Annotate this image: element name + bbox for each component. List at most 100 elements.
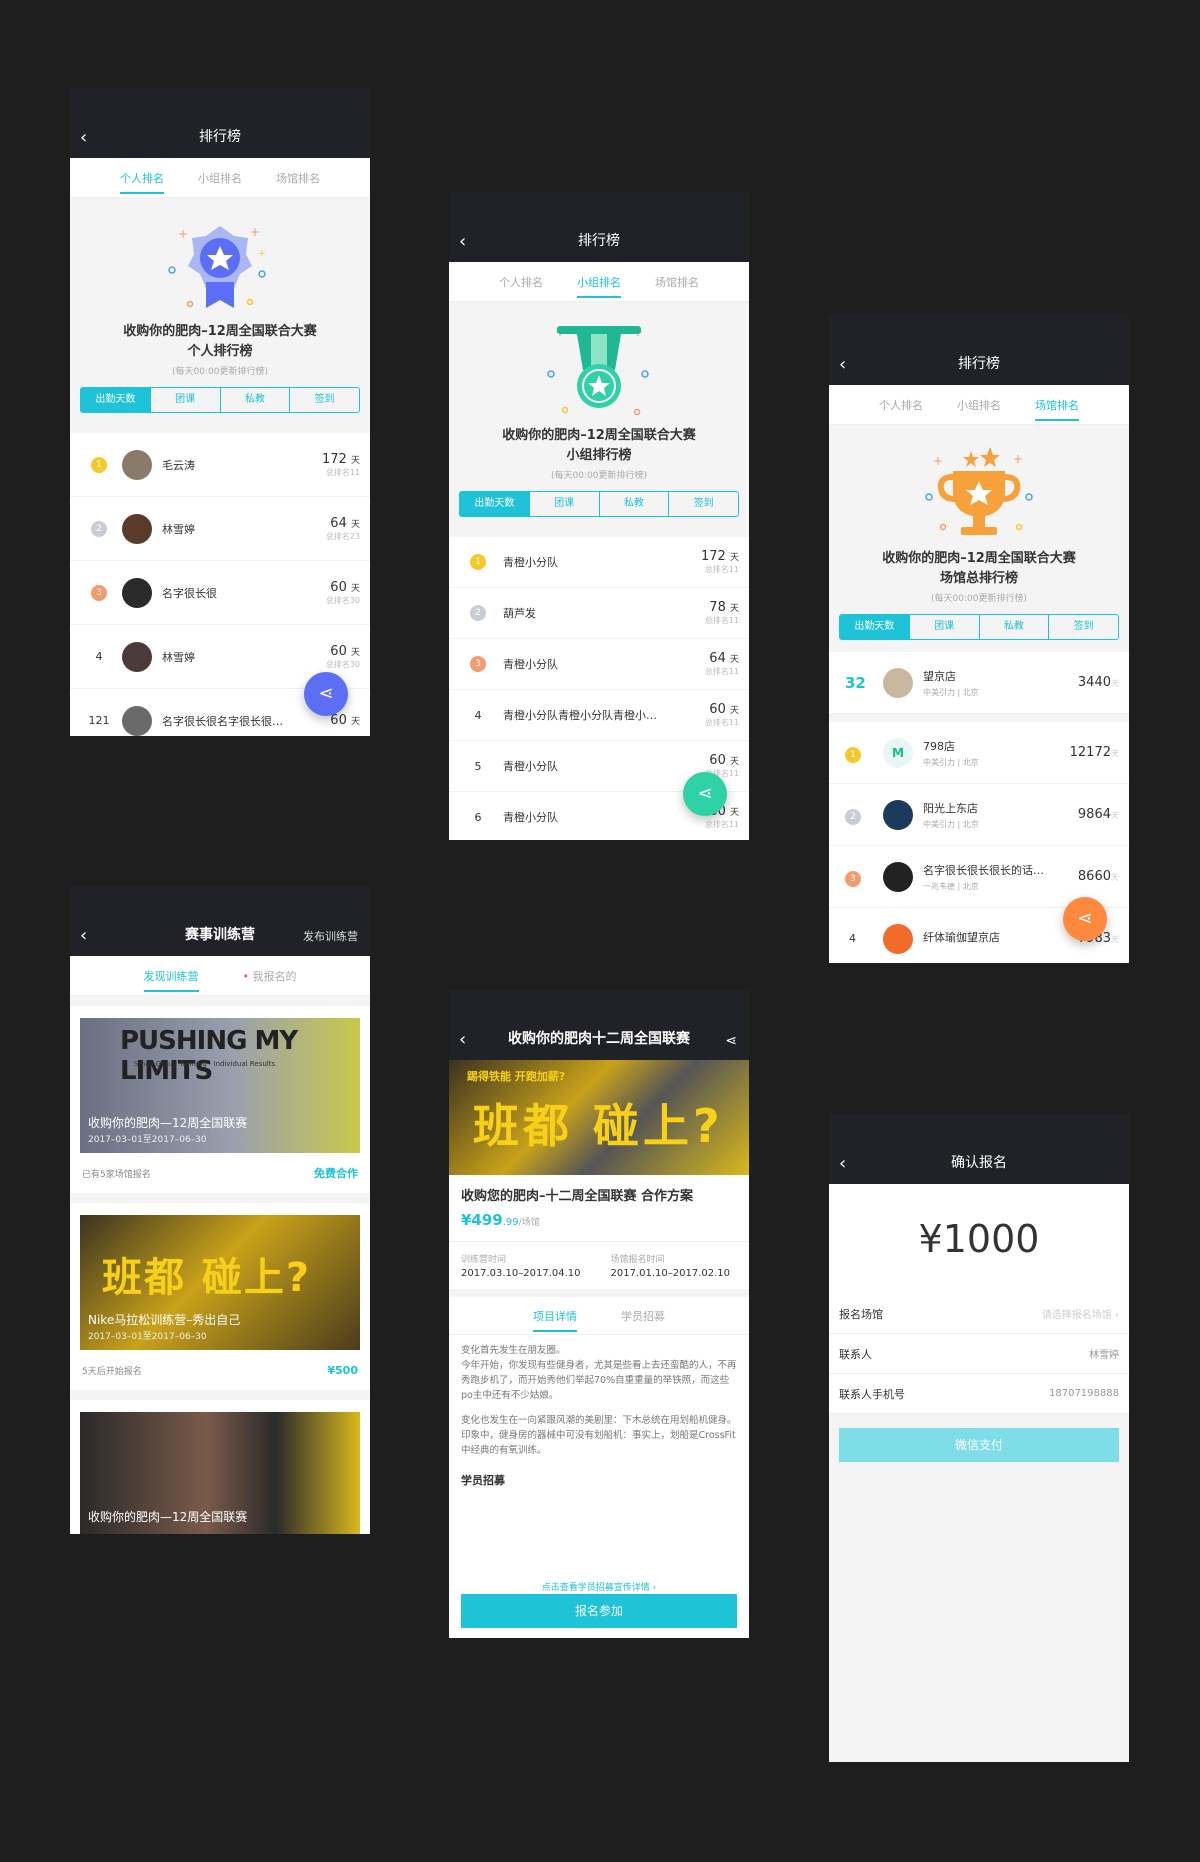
share-button[interactable]: ⋖ xyxy=(1063,897,1107,941)
my-venue-row[interactable]: 32 望京店 中美引力 | 北京 3440天 xyxy=(829,652,1129,714)
camp-title: 收购你的肥肉—12周全国联赛 xyxy=(88,1116,248,1130)
days-value: 172 xyxy=(322,451,347,467)
board-title: 个人排行榜 xyxy=(187,344,253,359)
svg-text:+: + xyxy=(258,249,266,259)
signup-button[interactable]: 报名参加 xyxy=(461,1594,737,1628)
camp-dates: 2017–03–01至2017–06–30 xyxy=(88,1135,207,1145)
phone-field[interactable]: 18707198888 xyxy=(1049,1388,1119,1399)
update-note: (每天00:00更新排行榜) xyxy=(931,594,1027,604)
venue-brand-city: 中美引力 | 北京 xyxy=(923,687,979,697)
venue-logo xyxy=(883,667,913,698)
contact-row[interactable]: 联系人 林雪婷 xyxy=(829,1334,1129,1374)
tab-discover[interactable]: 发现训练营 xyxy=(143,960,199,992)
venue-select-placeholder[interactable]: 请选择报名场馆 › xyxy=(1042,1306,1119,1321)
share-icon[interactable]: ⋖ xyxy=(725,1033,737,1049)
venue-brand-city: 中美引力 | 北京 xyxy=(923,819,979,829)
venue-score: 3440 xyxy=(1077,675,1111,690)
stat-segment-control: 出勤天数 团课 私教 签到 xyxy=(839,614,1119,640)
camp-image-sub: Small Group Training · Individual Result… xyxy=(134,1060,276,1068)
rank-number: 4 xyxy=(95,650,103,663)
wechat-pay-button[interactable]: 微信支付 xyxy=(839,1428,1119,1462)
rank-row[interactable]: 1 毛云涛 172 天总排名11 xyxy=(70,433,370,497)
venue-name: 798店 xyxy=(923,739,955,753)
tab-group[interactable]: 小组排名 xyxy=(198,162,242,194)
segment-checkin[interactable]: 签到 xyxy=(1049,615,1118,639)
segment-attendance[interactable]: 出勤天数 xyxy=(81,388,151,412)
tab-project-detail[interactable]: 项目详情 xyxy=(533,1300,577,1332)
rank-row[interactable]: 1 青橙小分队 172 天总排名11 xyxy=(449,537,749,588)
rank-row[interactable]: 2 林雪婷 64 天总排名23 xyxy=(70,497,370,561)
contact-name-field[interactable]: 林雪婷 xyxy=(1089,1346,1119,1361)
my-venue-rank: 32 xyxy=(845,673,866,692)
venue-select-row[interactable]: 报名场馆 请选择报名场馆 › xyxy=(829,1294,1129,1334)
camp-price[interactable]: ¥500 xyxy=(327,1364,358,1377)
segment-group-class[interactable]: 团课 xyxy=(151,388,221,412)
plan-price: ¥499 xyxy=(461,1211,503,1229)
segment-checkin[interactable]: 签到 xyxy=(290,388,359,412)
share-button[interactable]: ⋖ xyxy=(683,772,727,816)
tab-group[interactable]: 小组排名 xyxy=(957,389,1001,421)
tab-my-signups[interactable]: • 我报名的 xyxy=(243,960,297,992)
rank-tabs: 个人排名 小组排名 场馆排名 xyxy=(70,158,370,198)
phone-row[interactable]: 联系人手机号 18707198888 xyxy=(829,1374,1129,1414)
days-unit: 天 xyxy=(729,706,739,716)
member-name: 名字很长很 xyxy=(162,586,217,600)
total-rank: 总排名11 xyxy=(704,667,739,676)
total-rank: 总排名11 xyxy=(704,718,739,727)
segment-group-class[interactable]: 团课 xyxy=(530,492,600,516)
tab-group[interactable]: 小组排名 xyxy=(577,266,621,298)
detail-paragraph: 变化首先发生在朋友圈。 今年开始，你发现有些健身者，尤其是些看上去还蛮酷的人，不… xyxy=(461,1345,737,1401)
tab-venue[interactable]: 场馆排名 xyxy=(276,162,320,194)
svg-text:+: + xyxy=(1013,452,1023,466)
stat-segment-control: 出勤天数 团课 私教 签到 xyxy=(80,387,360,413)
camp-card[interactable]: PUSHING MY LIMITS Small Group Training ·… xyxy=(70,1006,370,1193)
share-button[interactable]: ⋖ xyxy=(304,672,348,716)
venue-row[interactable]: 1 M 798店 中美引力 | 北京 12172天 xyxy=(829,722,1129,784)
tab-student-recruit[interactable]: 学员招募 xyxy=(621,1300,665,1332)
camp-action-button[interactable]: 免费合作 xyxy=(314,1165,358,1181)
rank-row[interactable]: 3 名字很长很 60 天总排名30 xyxy=(70,561,370,625)
venue-unit: 天 xyxy=(1111,749,1119,758)
rank-row[interactable]: 2 葫芦发 78 天总排名11 xyxy=(449,588,749,639)
segment-private[interactable]: 私教 xyxy=(980,615,1050,639)
camp-status: 已有5家场馆报名 xyxy=(82,1169,151,1180)
stat-segment-control: 出勤天数 团课 私教 签到 xyxy=(459,491,739,517)
avatar xyxy=(122,705,152,736)
page-title: 排行榜 xyxy=(578,233,620,249)
segment-private[interactable]: 私教 xyxy=(600,492,670,516)
days-unit: 天 xyxy=(350,647,360,658)
board-title: 场馆总排行榜 xyxy=(939,571,1018,586)
venue-logo: M xyxy=(883,737,913,768)
tab-venue[interactable]: 场馆排名 xyxy=(655,266,699,298)
venue-row[interactable]: 2 阳光上东店 中美引力 | 北京 9864天 xyxy=(829,784,1129,846)
tab-personal[interactable]: 个人排名 xyxy=(499,266,543,298)
page-title: 排行榜 xyxy=(199,129,241,145)
segment-attendance[interactable]: 出勤天数 xyxy=(460,492,530,516)
segment-group-class[interactable]: 团课 xyxy=(910,615,980,639)
tab-venue[interactable]: 场馆排名 xyxy=(1035,389,1079,421)
field-label: 联系人 xyxy=(839,1347,872,1361)
days-unit: 天 xyxy=(729,808,739,818)
recruit-link[interactable]: 点击查看学员招募宣传详情 › xyxy=(449,1580,749,1593)
rank-row[interactable]: 3 青橙小分队 64 天总排名11 xyxy=(449,639,749,690)
rank-tabs: 个人排名 小组排名 场馆排名 xyxy=(449,262,749,302)
segment-attendance[interactable]: 出勤天数 xyxy=(840,615,910,639)
camp-card[interactable]: 收购你的肥肉—12周全国联赛 xyxy=(70,1400,370,1534)
camp-image-headline: 班都 碰上? xyxy=(102,1255,312,1301)
days-value: 60 xyxy=(330,713,347,728)
screen-venue-ranking: ‹ 排行榜 个人排名 小组排名 场馆排名 + + 收购你的肥肉–12周全国联合大… xyxy=(829,315,1129,963)
publish-camp-button[interactable]: 发布训练营 xyxy=(303,928,358,944)
rank-row[interactable]: 4 青橙小分队青橙小分队青橙小… 60 天总排名11 xyxy=(449,690,749,741)
signup-time-label: 场馆报名时间 xyxy=(610,1255,665,1265)
venue-unit: 天 xyxy=(1111,679,1119,688)
camp-status: 5天后开始报名 xyxy=(82,1366,142,1377)
tab-personal[interactable]: 个人排名 xyxy=(879,389,923,421)
days-unit: 天 xyxy=(729,553,739,563)
camp-card[interactable]: 班都 碰上? Nike马拉松训练营–秀出自己 2017–03–01至2017–0… xyxy=(70,1203,370,1390)
venue-unit: 天 xyxy=(1111,873,1119,882)
tab-personal[interactable]: 个人排名 xyxy=(120,162,164,194)
segment-checkin[interactable]: 签到 xyxy=(669,492,738,516)
segment-private[interactable]: 私教 xyxy=(221,388,291,412)
screen-personal-ranking: ‹ 排行榜 个人排名 小组排名 场馆排名 + + + 收购你的肥肉–12周全国联… xyxy=(70,88,370,736)
days-value: 64 xyxy=(709,651,726,666)
